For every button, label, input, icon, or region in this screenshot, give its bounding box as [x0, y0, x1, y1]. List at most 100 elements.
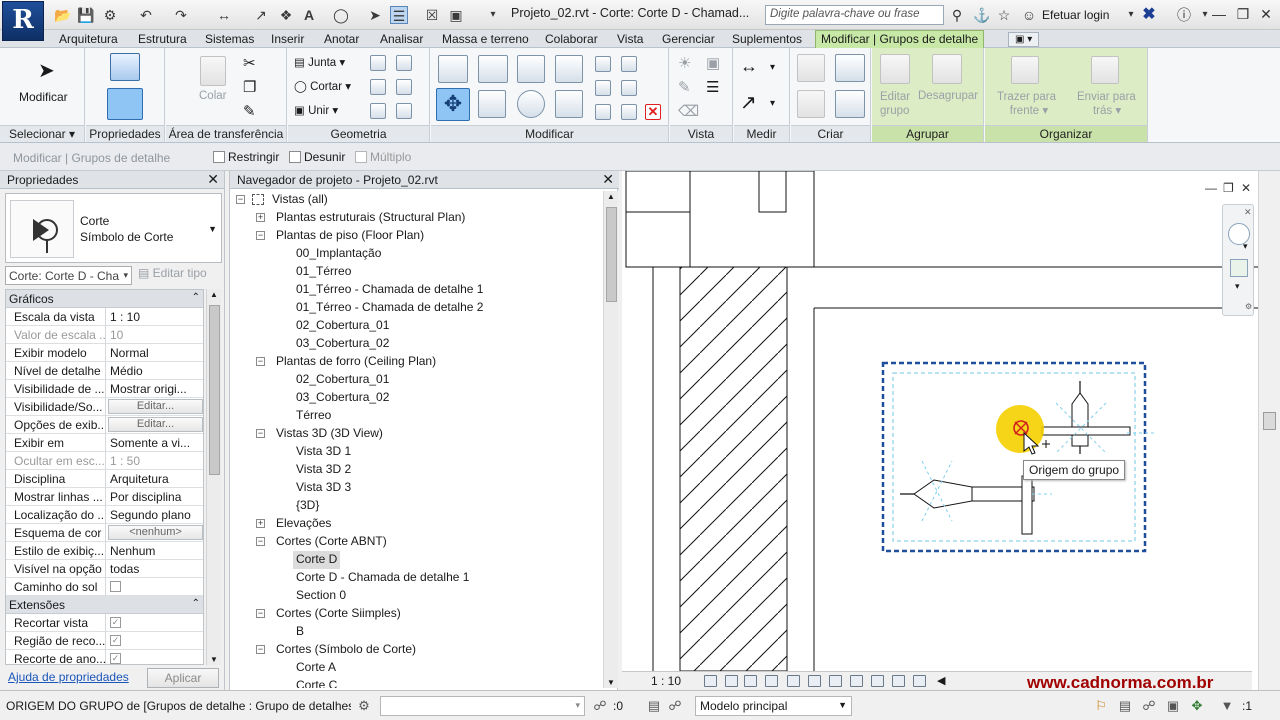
shadows-icon[interactable] [765, 675, 778, 687]
send-to-back-button[interactable]: Enviar para trás ▾ [1077, 90, 1136, 118]
tree-view-item[interactable]: Corte A [296, 659, 336, 677]
scroll-thumb[interactable] [1263, 412, 1276, 430]
tree-view-item[interactable]: 03_Cobertura_02 [296, 389, 389, 407]
property-row[interactable]: Visibilidade/So... Editar... [6, 398, 203, 416]
edit-button[interactable]: Editar... [108, 399, 203, 414]
linework-view-icon[interactable]: ✎ [678, 78, 691, 96]
send-to-back-icon[interactable] [1091, 56, 1119, 84]
tree-view-item[interactable]: B [296, 623, 304, 641]
delete-icon[interactable]: ✕ [645, 104, 661, 120]
tree-view-item[interactable]: Corte D - Chamada de detalhe 1 [296, 569, 469, 587]
select-pinned-icon[interactable]: ☍ [1141, 698, 1157, 714]
switch-windows-icon[interactable]: ▣ [447, 6, 465, 24]
editable-only-icon[interactable]: ☍ [592, 698, 608, 714]
move-icon[interactable]: ✥ [436, 88, 470, 121]
properties-help-link[interactable]: Ajuda de propriedades [8, 670, 129, 684]
close-icon[interactable]: ✕ [207, 171, 219, 188]
modify-button[interactable]: Modificar [19, 90, 68, 104]
select-links-icon[interactable]: ⚐ [1093, 698, 1109, 714]
tree-view-item[interactable]: 01_Térreo [296, 263, 351, 281]
crop-region-checkbox[interactable]: ✓ [110, 635, 121, 646]
restore-button[interactable]: ❐ [1232, 4, 1254, 24]
undo-icon[interactable]: ↶ [137, 6, 155, 24]
create-group-icon[interactable] [835, 54, 865, 82]
view-close-icon[interactable]: ✕ [1241, 181, 1251, 195]
user-icon[interactable]: ☺ [1020, 6, 1038, 24]
tree-folder[interactable]: Cortes (Símbolo de Corte) [276, 641, 416, 659]
collapse-icon[interactable]: − [236, 195, 245, 204]
worksharing-icon[interactable] [892, 675, 905, 687]
worksets-icon[interactable]: ⚙ [356, 698, 372, 714]
design-option-select[interactable]: Modelo principal ▼ [695, 696, 852, 716]
scroll-thumb[interactable] [209, 305, 220, 475]
hide-icon[interactable]: ☰ [706, 78, 719, 96]
panel-label-selecionar[interactable]: Selecionar ▾ [0, 125, 84, 142]
detail-level-icon[interactable] [704, 675, 717, 687]
lightbulb-icon[interactable]: ☀ [678, 54, 691, 72]
measure-distance-icon[interactable]: ↔ [740, 56, 758, 77]
tree-view-item[interactable]: Corte D [293, 551, 341, 569]
tab-massa-e-terreno[interactable]: Massa e terreno [442, 31, 529, 48]
tab-inserir[interactable]: Inserir [271, 31, 304, 48]
cut-geometry-button[interactable]: ◯ Cortar ▾ [294, 79, 351, 93]
tab-colaborar[interactable]: Colaborar [545, 31, 598, 48]
binoculars-icon[interactable]: ⚲ [948, 6, 966, 24]
redo-icon[interactable]: ↷ [172, 6, 190, 24]
tab-arquitetura[interactable]: Arquitetura [59, 31, 118, 48]
paint-icon[interactable] [396, 55, 412, 71]
expand-icon[interactable]: + [256, 213, 265, 222]
restrict-checkbox[interactable] [213, 151, 225, 163]
dimension-icon[interactable]: ↗ [252, 6, 270, 24]
rotate-icon[interactable] [517, 90, 545, 118]
paste-button[interactable]: Colar [199, 90, 226, 102]
scroll-down-icon[interactable]: ▼ [607, 678, 615, 687]
tab-analisar[interactable]: Analisar [380, 31, 423, 48]
sync-icon[interactable]: ⚙ [101, 6, 119, 24]
apply-button[interactable]: Aplicar [147, 668, 219, 688]
copy-element-icon[interactable] [478, 90, 506, 118]
hammer-icon[interactable] [396, 103, 412, 119]
close-hidden-icon[interactable]: ☒ [423, 6, 441, 24]
trim-icon[interactable] [555, 90, 583, 118]
visual-style-icon[interactable] [725, 675, 738, 687]
collapse-icon[interactable]: − [256, 537, 265, 546]
create-assembly-icon[interactable] [797, 54, 825, 82]
wheel-dropdown-icon[interactable]: ▾ [1243, 241, 1248, 252]
login-link[interactable]: Efetuar login [1042, 8, 1109, 22]
select-by-face-icon[interactable]: ▣ [1165, 698, 1181, 714]
select-underlay-icon[interactable]: ▤ [1117, 698, 1133, 714]
section-icon[interactable]: ➤ [366, 6, 384, 24]
application-menu-button[interactable]: R [2, 1, 44, 41]
property-row[interactable]: Caminho do sol [6, 578, 203, 596]
align-icon[interactable] [438, 55, 468, 83]
minimize-button[interactable]: — [1208, 4, 1230, 24]
ungroup-button[interactable]: Desagrupar [918, 90, 978, 102]
view-scale[interactable]: 1 : 10 [651, 674, 681, 688]
tree-view-item[interactable]: 01_Térreo - Chamada de detalhe 2 [296, 299, 483, 317]
tree-view-item[interactable]: {3D} [296, 497, 319, 515]
ungroup-icon[interactable] [932, 54, 962, 84]
array-icon[interactable] [595, 80, 611, 96]
customize-qat-icon[interactable]: ▾ [484, 6, 502, 24]
tree-view-item[interactable]: Vista 3D 3 [296, 479, 351, 497]
collapse-icon[interactable]: − [256, 231, 265, 240]
edit-button[interactable]: Editar... [108, 417, 203, 432]
sun-path-icon[interactable] [744, 675, 757, 687]
collapse-icon[interactable]: ⌃ [192, 292, 200, 303]
drawing-area[interactable]: Origem do grupo — ❐ ✕ ✕ ▾ ▾ ⚙ 1 : 10 ◀ w… [622, 171, 1280, 692]
collapse-icon[interactable]: − [256, 645, 265, 654]
analytical-model-icon[interactable] [913, 675, 926, 687]
property-row[interactable]: Exibir modelo Normal [6, 344, 203, 362]
sun-path-checkbox[interactable] [110, 581, 121, 592]
tree-view-item[interactable]: 02_Cobertura_01 [296, 317, 389, 335]
search-input[interactable]: Digite palavra-chave ou frase [765, 5, 944, 25]
section-drawing[interactable] [622, 171, 1258, 671]
type-selector[interactable]: Corte Símbolo de Corte ▼ [5, 193, 222, 263]
scroll-left-icon[interactable]: ◀ [937, 674, 945, 687]
tab-estrutura[interactable]: Estrutura [138, 31, 187, 48]
tab-gerenciar[interactable]: Gerenciar [662, 31, 715, 48]
help-icon[interactable]: ⓘ [1175, 6, 1193, 24]
tree-folder[interactable]: Cortes (Corte ABNT) [276, 533, 387, 551]
tag-icon[interactable]: ❖ [277, 6, 295, 24]
create-similar-icon[interactable] [835, 90, 865, 118]
